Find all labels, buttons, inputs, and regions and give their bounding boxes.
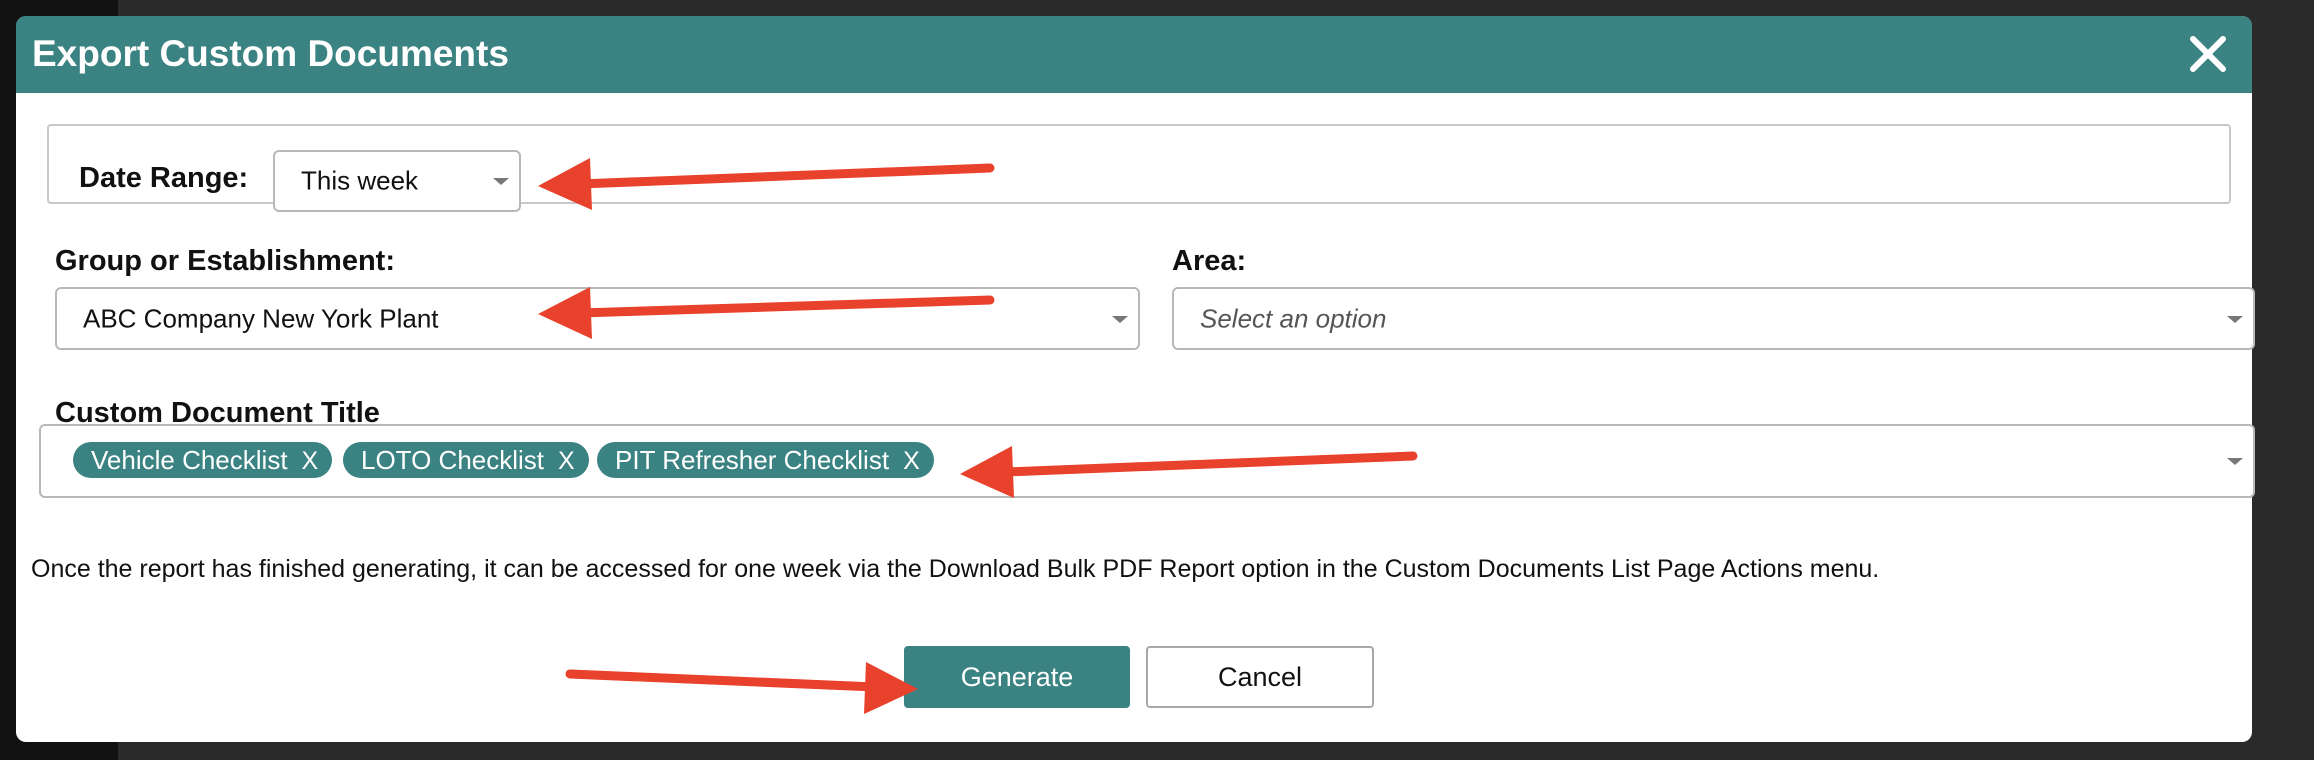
tag-label: LOTO Checklist — [361, 445, 545, 475]
tag-label: PIT Refresher Checklist — [615, 445, 890, 475]
chevron-down-icon — [493, 178, 509, 185]
info-text: Once the report has finished generating,… — [31, 555, 1880, 583]
tag-remove-button[interactable]: X — [302, 447, 319, 475]
tag-loto-checklist: LOTO Checklist X — [343, 442, 589, 478]
chevron-down-icon — [1112, 315, 1128, 323]
tag-pit-refresher-checklist: PIT Refresher Checklist X — [597, 442, 934, 478]
chevron-down-icon — [2227, 315, 2243, 323]
date-range-label: Date Range: — [79, 162, 249, 194]
chevron-down-icon — [2227, 458, 2243, 465]
tag-label: Vehicle Checklist — [91, 445, 288, 475]
dialog-header: Export Custom Documents — [16, 16, 2252, 93]
area-select[interactable]: Select an option — [1172, 287, 2255, 350]
custom-document-title-select[interactable]: Vehicle Checklist X LOTO Checklist X PIT R… — [39, 424, 2255, 498]
generate-button[interactable]: Generate — [904, 646, 1130, 708]
tag-remove-button[interactable]: X — [903, 447, 920, 475]
group-value: ABC Company New York Plant — [83, 303, 439, 333]
dialog-title: Export Custom Documents — [32, 33, 509, 74]
date-range-value: This week — [301, 165, 419, 196]
date-range-select[interactable]: This week — [273, 150, 521, 212]
area-placeholder: Select an option — [1200, 303, 1387, 333]
close-button[interactable] — [2186, 32, 2230, 76]
group-select[interactable]: ABC Company New York Plant — [55, 287, 1140, 350]
group-label: Group or Establishment: — [55, 245, 395, 277]
area-label: Area: — [1172, 245, 1247, 277]
cancel-button[interactable]: Cancel — [1146, 646, 1374, 708]
tag-vehicle-checklist: Vehicle Checklist X — [73, 442, 333, 478]
tag-remove-button[interactable]: X — [558, 447, 575, 475]
close-icon — [2190, 36, 2226, 72]
